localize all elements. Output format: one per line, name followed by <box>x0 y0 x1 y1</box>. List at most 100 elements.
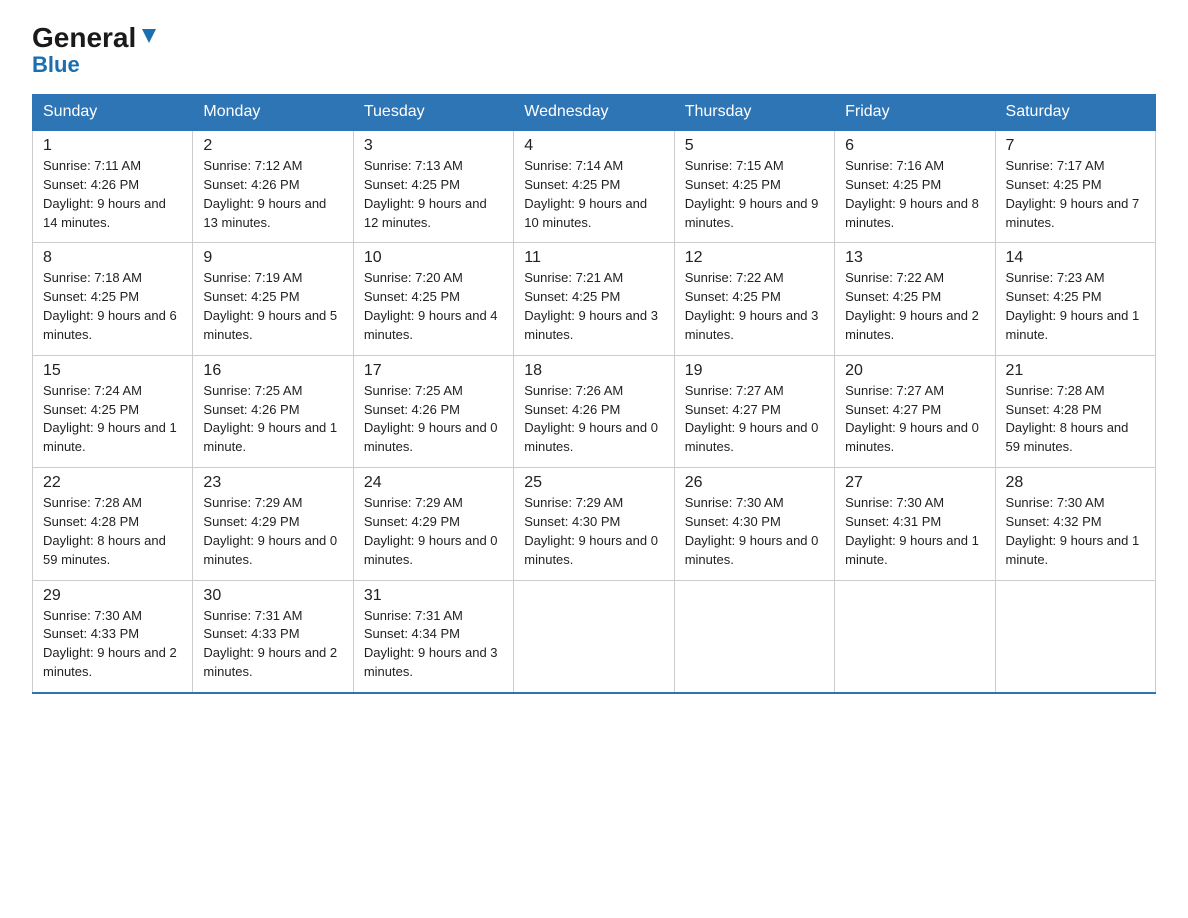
calendar-cell: 3 Sunrise: 7:13 AMSunset: 4:25 PMDayligh… <box>353 130 513 243</box>
calendar-cell <box>514 580 674 693</box>
day-number: 12 <box>685 249 824 267</box>
day-info: Sunrise: 7:22 AMSunset: 4:25 PMDaylight:… <box>845 269 984 344</box>
logo: General Blue <box>32 24 160 78</box>
calendar-cell: 1 Sunrise: 7:11 AMSunset: 4:26 PMDayligh… <box>33 130 193 243</box>
day-number: 11 <box>524 249 663 267</box>
calendar-week-row-1: 1 Sunrise: 7:11 AMSunset: 4:26 PMDayligh… <box>33 130 1156 243</box>
day-info: Sunrise: 7:22 AMSunset: 4:25 PMDaylight:… <box>685 269 824 344</box>
day-number: 3 <box>364 137 503 155</box>
day-info: Sunrise: 7:15 AMSunset: 4:25 PMDaylight:… <box>685 157 824 232</box>
day-info: Sunrise: 7:31 AMSunset: 4:33 PMDaylight:… <box>203 607 342 682</box>
day-number: 27 <box>845 474 984 492</box>
day-number: 6 <box>845 137 984 155</box>
calendar-cell: 21 Sunrise: 7:28 AMSunset: 4:28 PMDaylig… <box>995 355 1155 467</box>
day-info: Sunrise: 7:24 AMSunset: 4:25 PMDaylight:… <box>43 382 182 457</box>
calendar-cell: 24 Sunrise: 7:29 AMSunset: 4:29 PMDaylig… <box>353 468 513 580</box>
day-info: Sunrise: 7:25 AMSunset: 4:26 PMDaylight:… <box>364 382 503 457</box>
day-info: Sunrise: 7:31 AMSunset: 4:34 PMDaylight:… <box>364 607 503 682</box>
calendar-week-row-3: 15 Sunrise: 7:24 AMSunset: 4:25 PMDaylig… <box>33 355 1156 467</box>
calendar-cell: 27 Sunrise: 7:30 AMSunset: 4:31 PMDaylig… <box>835 468 995 580</box>
day-number: 1 <box>43 137 182 155</box>
calendar-cell: 19 Sunrise: 7:27 AMSunset: 4:27 PMDaylig… <box>674 355 834 467</box>
calendar-cell: 13 Sunrise: 7:22 AMSunset: 4:25 PMDaylig… <box>835 243 995 355</box>
calendar-header-thursday: Thursday <box>674 95 834 131</box>
day-number: 8 <box>43 249 182 267</box>
day-number: 9 <box>203 249 342 267</box>
day-info: Sunrise: 7:25 AMSunset: 4:26 PMDaylight:… <box>203 382 342 457</box>
day-number: 10 <box>364 249 503 267</box>
calendar-header-wednesday: Wednesday <box>514 95 674 131</box>
logo-general: General <box>32 24 136 52</box>
day-info: Sunrise: 7:19 AMSunset: 4:25 PMDaylight:… <box>203 269 342 344</box>
day-info: Sunrise: 7:17 AMSunset: 4:25 PMDaylight:… <box>1006 157 1145 232</box>
day-info: Sunrise: 7:18 AMSunset: 4:25 PMDaylight:… <box>43 269 182 344</box>
calendar-cell: 28 Sunrise: 7:30 AMSunset: 4:32 PMDaylig… <box>995 468 1155 580</box>
day-number: 5 <box>685 137 824 155</box>
day-info: Sunrise: 7:29 AMSunset: 4:29 PMDaylight:… <box>203 494 342 569</box>
calendar-cell: 30 Sunrise: 7:31 AMSunset: 4:33 PMDaylig… <box>193 580 353 693</box>
day-number: 29 <box>43 587 182 605</box>
day-info: Sunrise: 7:28 AMSunset: 4:28 PMDaylight:… <box>1006 382 1145 457</box>
calendar-cell: 22 Sunrise: 7:28 AMSunset: 4:28 PMDaylig… <box>33 468 193 580</box>
calendar-cell: 15 Sunrise: 7:24 AMSunset: 4:25 PMDaylig… <box>33 355 193 467</box>
day-number: 26 <box>685 474 824 492</box>
day-number: 4 <box>524 137 663 155</box>
day-number: 16 <box>203 362 342 380</box>
day-number: 20 <box>845 362 984 380</box>
day-info: Sunrise: 7:27 AMSunset: 4:27 PMDaylight:… <box>685 382 824 457</box>
day-info: Sunrise: 7:27 AMSunset: 4:27 PMDaylight:… <box>845 382 984 457</box>
calendar-cell: 9 Sunrise: 7:19 AMSunset: 4:25 PMDayligh… <box>193 243 353 355</box>
day-info: Sunrise: 7:14 AMSunset: 4:25 PMDaylight:… <box>524 157 663 232</box>
calendar-cell: 10 Sunrise: 7:20 AMSunset: 4:25 PMDaylig… <box>353 243 513 355</box>
calendar-cell: 5 Sunrise: 7:15 AMSunset: 4:25 PMDayligh… <box>674 130 834 243</box>
calendar-cell: 26 Sunrise: 7:30 AMSunset: 4:30 PMDaylig… <box>674 468 834 580</box>
day-info: Sunrise: 7:12 AMSunset: 4:26 PMDaylight:… <box>203 157 342 232</box>
day-info: Sunrise: 7:13 AMSunset: 4:25 PMDaylight:… <box>364 157 503 232</box>
day-info: Sunrise: 7:30 AMSunset: 4:31 PMDaylight:… <box>845 494 984 569</box>
calendar-cell <box>674 580 834 693</box>
calendar-cell: 31 Sunrise: 7:31 AMSunset: 4:34 PMDaylig… <box>353 580 513 693</box>
day-info: Sunrise: 7:21 AMSunset: 4:25 PMDaylight:… <box>524 269 663 344</box>
calendar-cell: 4 Sunrise: 7:14 AMSunset: 4:25 PMDayligh… <box>514 130 674 243</box>
day-info: Sunrise: 7:20 AMSunset: 4:25 PMDaylight:… <box>364 269 503 344</box>
day-info: Sunrise: 7:29 AMSunset: 4:30 PMDaylight:… <box>524 494 663 569</box>
calendar-cell: 7 Sunrise: 7:17 AMSunset: 4:25 PMDayligh… <box>995 130 1155 243</box>
calendar-header-monday: Monday <box>193 95 353 131</box>
calendar-week-row-2: 8 Sunrise: 7:18 AMSunset: 4:25 PMDayligh… <box>33 243 1156 355</box>
day-number: 14 <box>1006 249 1145 267</box>
calendar-cell: 6 Sunrise: 7:16 AMSunset: 4:25 PMDayligh… <box>835 130 995 243</box>
day-number: 2 <box>203 137 342 155</box>
logo-blue: Blue <box>32 52 80 78</box>
calendar-cell: 29 Sunrise: 7:30 AMSunset: 4:33 PMDaylig… <box>33 580 193 693</box>
day-info: Sunrise: 7:30 AMSunset: 4:33 PMDaylight:… <box>43 607 182 682</box>
day-info: Sunrise: 7:23 AMSunset: 4:25 PMDaylight:… <box>1006 269 1145 344</box>
calendar-cell: 23 Sunrise: 7:29 AMSunset: 4:29 PMDaylig… <box>193 468 353 580</box>
calendar-week-row-5: 29 Sunrise: 7:30 AMSunset: 4:33 PMDaylig… <box>33 580 1156 693</box>
day-number: 17 <box>364 362 503 380</box>
day-info: Sunrise: 7:28 AMSunset: 4:28 PMDaylight:… <box>43 494 182 569</box>
calendar-cell <box>995 580 1155 693</box>
day-number: 7 <box>1006 137 1145 155</box>
calendar-cell: 11 Sunrise: 7:21 AMSunset: 4:25 PMDaylig… <box>514 243 674 355</box>
calendar-cell: 12 Sunrise: 7:22 AMSunset: 4:25 PMDaylig… <box>674 243 834 355</box>
day-info: Sunrise: 7:26 AMSunset: 4:26 PMDaylight:… <box>524 382 663 457</box>
day-number: 31 <box>364 587 503 605</box>
calendar-header-saturday: Saturday <box>995 95 1155 131</box>
day-number: 23 <box>203 474 342 492</box>
day-info: Sunrise: 7:11 AMSunset: 4:26 PMDaylight:… <box>43 157 182 232</box>
calendar-cell: 8 Sunrise: 7:18 AMSunset: 4:25 PMDayligh… <box>33 243 193 355</box>
calendar-cell: 16 Sunrise: 7:25 AMSunset: 4:26 PMDaylig… <box>193 355 353 467</box>
day-info: Sunrise: 7:30 AMSunset: 4:30 PMDaylight:… <box>685 494 824 569</box>
day-number: 18 <box>524 362 663 380</box>
calendar-header-row: SundayMondayTuesdayWednesdayThursdayFrid… <box>33 95 1156 131</box>
day-number: 19 <box>685 362 824 380</box>
day-number: 21 <box>1006 362 1145 380</box>
calendar-cell: 18 Sunrise: 7:26 AMSunset: 4:26 PMDaylig… <box>514 355 674 467</box>
calendar-header-tuesday: Tuesday <box>353 95 513 131</box>
day-number: 13 <box>845 249 984 267</box>
calendar-cell: 25 Sunrise: 7:29 AMSunset: 4:30 PMDaylig… <box>514 468 674 580</box>
day-number: 15 <box>43 362 182 380</box>
calendar-week-row-4: 22 Sunrise: 7:28 AMSunset: 4:28 PMDaylig… <box>33 468 1156 580</box>
day-number: 30 <box>203 587 342 605</box>
calendar-cell: 20 Sunrise: 7:27 AMSunset: 4:27 PMDaylig… <box>835 355 995 467</box>
